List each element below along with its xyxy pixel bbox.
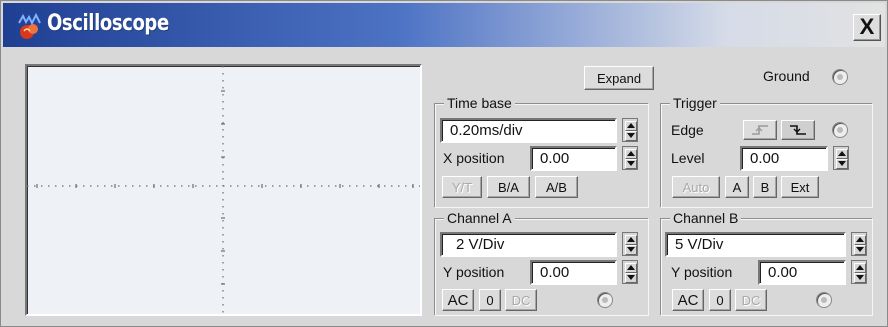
channel-a-terminal[interactable] xyxy=(597,292,613,308)
trigger-level-spinner[interactable] xyxy=(833,146,849,170)
yt-mode-button[interactable]: Y/T xyxy=(442,176,482,198)
spinner-up-icon[interactable] xyxy=(854,235,866,245)
title-bar[interactable]: Oscilloscope X xyxy=(3,3,885,47)
spinner-down-icon[interactable] xyxy=(625,245,637,255)
ground-label: Ground xyxy=(763,68,810,84)
edge-label: Edge xyxy=(671,122,704,138)
channel-b-ac-button[interactable]: AC xyxy=(672,289,704,311)
channel-a-scale-spinner[interactable] xyxy=(622,232,638,256)
channel-a-dc-button[interactable]: DC xyxy=(505,289,537,311)
channel-b-y-position-spinner[interactable] xyxy=(851,260,867,284)
window-title: Oscilloscope xyxy=(47,11,169,36)
channel-b-scale-spinner[interactable] xyxy=(851,232,867,256)
spinner-up-icon[interactable] xyxy=(625,235,637,245)
trigger-title: Trigger xyxy=(670,95,720,111)
level-label: Level xyxy=(671,150,705,166)
channel-a-scale-value: 2 V/Div xyxy=(456,236,505,253)
trigger-level-value: 0.00 xyxy=(750,150,780,167)
channel-b-y-position-field[interactable]: 0.00 xyxy=(758,260,846,285)
channel-a-y-position-field[interactable]: 0.00 xyxy=(530,260,617,285)
channel-b-scale-value: 5 V/Div xyxy=(675,236,724,253)
x-position-field[interactable]: 0.00 xyxy=(530,146,617,171)
channel-b-y-position-label: Y position xyxy=(671,264,733,280)
ground-terminal[interactable] xyxy=(832,69,848,85)
channel-a-title: Channel A xyxy=(444,210,515,226)
close-button[interactable]: X xyxy=(853,14,881,41)
channel-b-y-position-value: 0.00 xyxy=(768,264,798,281)
spinner-down-icon[interactable] xyxy=(854,273,866,283)
channel-a-ac-button[interactable]: AC xyxy=(442,289,474,311)
channel-b-terminal[interactable] xyxy=(816,292,832,308)
channel-b-scale-field[interactable]: 5 V/Div xyxy=(665,232,846,257)
spinner-up-icon[interactable] xyxy=(625,149,637,159)
spinner-down-icon[interactable] xyxy=(625,159,637,169)
trigger-level-field[interactable]: 0.00 xyxy=(740,146,828,171)
timebase-scale-value: 0.20ms/div xyxy=(450,122,523,139)
falling-edge-button[interactable] xyxy=(781,120,815,140)
x-position-spinner[interactable] xyxy=(622,146,638,170)
oscilloscope-app-icon xyxy=(18,13,41,39)
timebase-title: Time base xyxy=(444,95,515,111)
spinner-down-icon[interactable] xyxy=(625,273,637,283)
trigger-a-button[interactable]: A xyxy=(725,176,749,198)
spinner-up-icon[interactable] xyxy=(854,263,866,273)
timebase-scale-spinner[interactable] xyxy=(622,118,638,142)
channel-b-dc-button[interactable]: DC xyxy=(735,289,767,311)
ab-mode-button[interactable]: A/B xyxy=(535,176,578,198)
spinner-down-icon[interactable] xyxy=(625,131,637,141)
channel-a-zero-button[interactable]: 0 xyxy=(479,289,501,311)
ba-mode-button[interactable]: B/A xyxy=(487,176,530,198)
timebase-scale-field[interactable]: 0.20ms/div xyxy=(440,118,617,143)
channel-a-y-position-label: Y position xyxy=(443,264,505,280)
x-position-label: X position xyxy=(443,150,505,166)
spinner-up-icon[interactable] xyxy=(625,263,637,273)
channel-b-zero-button[interactable]: 0 xyxy=(709,289,731,311)
trigger-ext-terminal[interactable] xyxy=(832,122,848,138)
spinner-down-icon[interactable] xyxy=(854,245,866,255)
channel-b-title: Channel B xyxy=(670,210,742,226)
channel-a-y-position-value: 0.00 xyxy=(540,264,570,281)
channel-a-y-position-spinner[interactable] xyxy=(622,260,638,284)
rising-edge-button[interactable] xyxy=(743,120,777,140)
spinner-up-icon[interactable] xyxy=(836,149,848,159)
falling-edge-icon xyxy=(790,125,806,135)
channel-a-scale-field[interactable]: 2 V/Div xyxy=(440,232,617,257)
trigger-ext-button[interactable]: Ext xyxy=(781,176,819,198)
close-icon: X xyxy=(859,14,875,39)
trigger-auto-button[interactable]: Auto xyxy=(672,176,720,198)
spinner-up-icon[interactable] xyxy=(625,121,637,131)
rising-edge-icon xyxy=(752,125,768,135)
trigger-b-button[interactable]: B xyxy=(753,176,777,198)
spinner-down-icon[interactable] xyxy=(836,159,848,169)
oscilloscope-window: Oscilloscope X Expand Ground Time base 0… xyxy=(0,0,888,327)
screen-graticule xyxy=(27,66,420,314)
oscilloscope-screen xyxy=(25,64,422,316)
expand-button[interactable]: Expand xyxy=(584,66,654,90)
x-position-value: 0.00 xyxy=(540,150,570,167)
